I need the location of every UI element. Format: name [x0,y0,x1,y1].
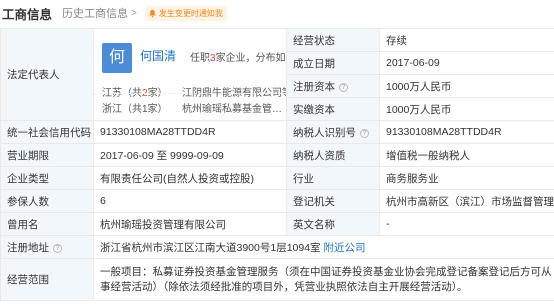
reg-capital-label-cell: 注册资本? [286,74,380,98]
former-name-value: 杭州瑜瑶投资管理有限公司 [93,212,287,236]
established-label: 成立日期 [286,51,380,75]
insured-value: 6 [93,189,287,213]
scope-label: 经营范围 [0,258,94,301]
section-title: 工商信息 [2,7,53,22]
chevron-right-icon: > [131,7,137,19]
region-jiangsu-company[interactable]: 江阴鼎牛能源有限公司等 [182,84,286,99]
english-name-value: - [379,212,554,236]
status-label: 经营状态 [286,28,380,52]
taxpayer-id-value: 91330108MA28TTDD4R [379,120,554,144]
taxpayer-qual-label: 纳税人资质 [286,143,380,167]
reg-capital-label: 注册资本 [293,80,335,93]
question-circle-icon[interactable]: ? [339,82,348,92]
established-value: 2017-06-09 [379,51,554,75]
taxpayer-id-label: 纳税人识别号 [293,126,356,139]
industry-value: 商务服务业 [379,166,554,190]
region-zhejiang: 浙江（共1家） [102,104,168,115]
authority-label: 登记机关 [286,189,380,213]
address-label: 注册地址 [7,241,49,254]
english-name-label: 英文名称 [286,212,380,236]
paid-capital-value: 1000万人民币 [379,97,554,121]
business-info-table: 法定代表人 何 何国清 任职3家企业，分布如下 江苏（共2家） 江阴鼎牛能源有限… [0,28,554,301]
taxpayer-qual-value: 增值税一般纳税人 [379,143,554,167]
question-circle-icon[interactable]: ? [360,128,369,138]
legal-rep-label: 法定代表人 [0,28,94,121]
industry-label: 行业 [286,166,380,190]
badge-label: 发生变更时通知我 [158,8,223,18]
insured-label: 参保人数 [0,189,94,213]
bell-icon [149,9,156,17]
type-label: 企业类型 [0,166,94,190]
avatar[interactable]: 何 [102,43,132,73]
header-bar: 工商信息 历史工商信息 > 发生变更时通知我 [0,0,554,26]
scope-value: 一般项目：私募证券投资基金管理服务（须在中国证券投资基金业协会完成登记备案登记后… [93,258,554,301]
legal-rep-role-summary: 任职3家企业，分布如下 [190,53,286,64]
nearby-companies-link[interactable]: 附近公司 [323,242,365,254]
paid-capital-label: 实缴资本 [286,97,380,121]
term-value: 2017-06-09 至 9999-09-09 [93,143,287,167]
authority-value: 杭州市高新区（滨江）市场监督管理局 [379,189,554,213]
address-label-cell: 注册地址? [0,235,94,259]
credit-code-label: 统一社会信用代码 [7,126,91,139]
former-name-label: 曾用名 [0,212,94,236]
taxpayer-id-label-cell: 纳税人识别号? [286,120,380,144]
legal-rep-name[interactable]: 何国清 [140,47,176,64]
legal-rep-cell: 何 何国清 任职3家企业，分布如下 江苏（共2家） 江阴鼎牛能源有限公司等 浙江… [93,28,287,121]
type-value: 有限责任公司(自然人投资或控股) [93,166,287,190]
question-circle-icon[interactable]: ? [53,243,62,253]
history-link[interactable]: 历史工商信息 > [62,5,137,21]
address-value-cell: 浙江省杭州市滨江区江南大道3900号1层1094室 附近公司 [93,235,554,259]
change-notify-badge[interactable]: 发生变更时通知我 [144,5,227,21]
region-zhejiang-company[interactable]: 杭州瑜瑶私募基金管… [182,100,282,115]
region-jiangsu: 江苏（共2家） [102,88,168,99]
status-value: 存续 [379,28,554,52]
credit-code-label-cell: 统一社会信用代码? [0,120,94,144]
divider [94,93,286,94]
history-link-label: 历史工商信息 [62,8,129,20]
reg-capital-value: 1000万人民币 [379,74,554,98]
credit-code-value: 91330108MA28TTDD4R [93,120,287,144]
address-value: 浙江省杭州市滨江区江南大道3900号1层1094室 [100,241,321,254]
term-label: 营业期限 [0,143,94,167]
